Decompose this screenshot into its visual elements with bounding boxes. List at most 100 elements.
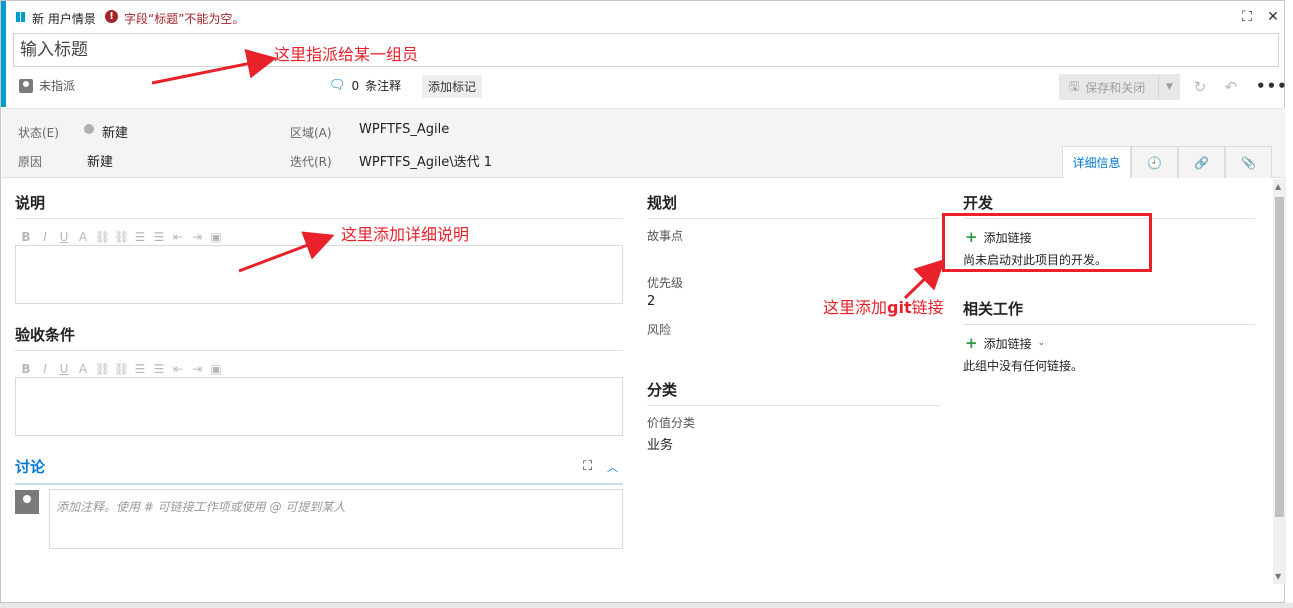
acceptance-criteria-title: 验收条件	[15, 326, 76, 344]
link-icon[interactable]: ⛓	[95, 362, 110, 376]
acceptance-editor[interactable]	[15, 377, 623, 436]
image-icon[interactable]: ▣	[209, 230, 223, 244]
annotation-assign-text: 这里指派给某一组员	[274, 45, 419, 64]
comment-icon: 🗨	[329, 78, 346, 93]
unlink-icon[interactable]: ⛓	[114, 362, 129, 376]
area-value[interactable]: WPFTFS_Agile	[359, 122, 449, 137]
save-and-close-label: 保存和关闭	[1085, 80, 1146, 95]
value-area-value[interactable]: 业务	[647, 434, 673, 453]
description-divider	[15, 218, 623, 219]
increase-indent-icon[interactable]: ⇥	[190, 362, 204, 376]
risk-field[interactable]	[647, 339, 927, 359]
classification-title: 分类	[647, 381, 678, 399]
annotation-git-suffix: 链接	[911, 298, 944, 317]
plus-icon: +	[965, 334, 978, 352]
validation-error-text: 字段“标题”不能为空。	[124, 12, 245, 26]
planning-divider	[647, 218, 939, 219]
chevron-up-icon[interactable]: ︿	[607, 459, 618, 475]
work-item-type-label: 新 用户情景	[32, 12, 96, 26]
close-icon[interactable]: ✕	[1263, 7, 1283, 27]
state-color-dot	[84, 124, 94, 134]
chevron-down-icon: ⌄	[1037, 338, 1046, 348]
underline-icon[interactable]: U	[57, 362, 71, 376]
acceptance-rte-toolbar: B I U A ⛓ ⛓ ☰ ☰ ⇤ ⇥ ▣	[19, 362, 223, 376]
highlight-icon[interactable]: A	[76, 230, 90, 244]
risk-label: 风险	[647, 323, 672, 337]
italic-icon[interactable]: I	[38, 230, 52, 244]
bold-icon[interactable]: B	[19, 362, 33, 376]
iteration-value[interactable]: WPFTFS_Agile\迭代 1	[359, 151, 492, 170]
unlink-icon[interactable]: ⛓	[114, 230, 129, 244]
description-rte-toolbar: B I U A ⛓ ⛓ ☰ ☰ ⇤ ⇥ ▣	[19, 230, 223, 244]
bold-icon[interactable]: B	[19, 230, 33, 244]
development-title: 开发	[963, 194, 994, 212]
expand-icon[interactable]: ⛶	[583, 459, 592, 474]
related-work-divider	[963, 324, 1255, 325]
user-icon	[19, 78, 33, 93]
related-empty-note: 此组中没有任何链接。	[963, 359, 1084, 373]
chevron-down-icon[interactable]: ▼	[1158, 74, 1180, 100]
highlight-icon[interactable]: A	[76, 362, 90, 376]
link-icon[interactable]: ⛓	[95, 230, 110, 244]
error-icon: !	[105, 10, 118, 23]
reason-value[interactable]: 新建	[87, 151, 113, 170]
bulleted-list-icon[interactable]: ☰	[133, 230, 147, 244]
attachment-icon[interactable]: 📎	[1225, 146, 1272, 178]
italic-icon[interactable]: I	[38, 362, 52, 376]
description-editor[interactable]	[15, 245, 623, 304]
state-value[interactable]: 新建	[102, 122, 128, 141]
history-icon[interactable]: 🕘	[1131, 146, 1178, 178]
annotation-arrow-git	[903, 258, 946, 300]
value-area-label: 价值分类	[647, 416, 696, 430]
classification-divider	[647, 405, 939, 406]
priority-value[interactable]: 2	[647, 294, 655, 309]
comments-count-link[interactable]: 🗨 0 条注释	[329, 77, 401, 94]
assigned-to-picker[interactable]: 未指派	[19, 77, 75, 94]
expand-icon[interactable]: ⛶	[1237, 7, 1257, 27]
annotation-git-bold: git	[887, 298, 912, 317]
image-icon[interactable]: ▣	[209, 362, 223, 376]
comments-label: 条注释	[365, 79, 402, 93]
increase-indent-icon[interactable]: ⇥	[190, 230, 204, 244]
assigned-to-value: 未指派	[39, 79, 76, 93]
comments-count: 0	[351, 78, 360, 93]
planning-title: 规划	[647, 194, 678, 212]
acceptance-divider	[15, 350, 623, 351]
decrease-indent-icon[interactable]: ⇤	[171, 362, 185, 376]
undo-icon[interactable]: ↶	[1221, 77, 1241, 97]
link-icon[interactable]: 🔗	[1178, 146, 1225, 178]
related-add-link-button[interactable]: + 添加链接 ⌄	[965, 334, 1045, 352]
scrollbar-thumb[interactable]	[1275, 197, 1284, 517]
area-label: 区域(A)	[290, 126, 332, 140]
top-bar: 新 用户情景 ! 字段“标题”不能为空。 ⛶ ✕	[6, 1, 1284, 31]
reason-label: 原因	[18, 155, 43, 169]
add-link-label: 添加链接	[983, 336, 1032, 351]
refresh-icon[interactable]: ↻	[1190, 77, 1210, 97]
scroll-down-arrow[interactable]: ▼	[1275, 572, 1281, 581]
discussion-divider	[15, 483, 623, 485]
numbered-list-icon[interactable]: ☰	[152, 230, 166, 244]
annotation-highlight-box	[942, 213, 1152, 272]
save-and-close-button[interactable]: 🖫 保存和关闭 ▼	[1059, 74, 1180, 100]
story-points-field[interactable]	[647, 245, 927, 265]
bulleted-list-icon[interactable]: ☰	[133, 362, 147, 376]
related-work-title: 相关工作	[963, 300, 1024, 318]
iteration-label: 迭代(R)	[290, 155, 332, 169]
story-points-label: 故事点	[647, 229, 684, 243]
underline-icon[interactable]: U	[57, 230, 71, 244]
annotation-git-text: 这里添加git链接	[823, 294, 944, 318]
discussion-title: 讨论	[15, 458, 46, 476]
scroll-up-arrow[interactable]: ▲	[1275, 182, 1281, 191]
annotation-git-prefix: 这里添加	[823, 298, 888, 317]
window-bottom-edge	[0, 603, 1293, 608]
decrease-indent-icon[interactable]: ⇤	[171, 230, 185, 244]
title-input[interactable]	[13, 33, 1279, 67]
more-actions-button[interactable]: •••	[1256, 77, 1288, 95]
work-item-dialog: 新 用户情景 ! 字段“标题”不能为空。 ⛶ ✕ 未指派 🗨 0 条注释 添加标…	[0, 0, 1288, 603]
book-icon	[16, 12, 26, 22]
add-tag-button[interactable]: 添加标记	[422, 75, 483, 98]
discussion-comment-input[interactable]: 添加注释。使用 # 可链接工作项或使用 @ 可提到某人	[49, 489, 623, 549]
annotation-description-text: 这里添加详细说明	[341, 225, 470, 244]
numbered-list-icon[interactable]: ☰	[152, 362, 166, 376]
tab-details[interactable]: 详细信息	[1062, 146, 1131, 178]
